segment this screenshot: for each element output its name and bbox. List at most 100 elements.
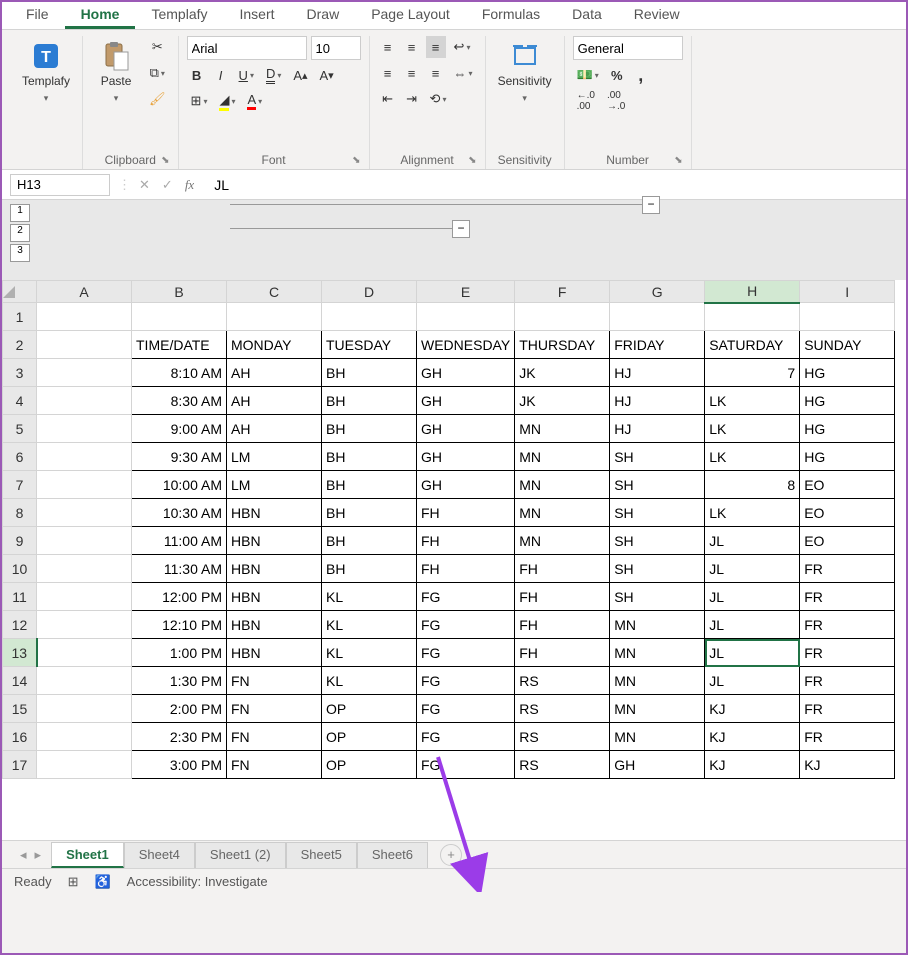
decrease-indent-button[interactable]: ⇤ <box>378 88 398 110</box>
row-header-16[interactable]: 16 <box>3 723 37 751</box>
cell-A8[interactable] <box>37 499 132 527</box>
cell-E2[interactable]: WEDNESDAY <box>417 331 515 359</box>
cell-B5[interactable]: 9:00 AM <box>132 415 227 443</box>
cell-E5[interactable]: GH <box>417 415 515 443</box>
ribbon-tab-file[interactable]: File <box>10 2 65 29</box>
cell-A6[interactable] <box>37 443 132 471</box>
cell-F11[interactable]: FH <box>515 583 610 611</box>
cell-G10[interactable]: SH <box>610 555 705 583</box>
cell-G6[interactable]: SH <box>610 443 705 471</box>
increase-decimal-button[interactable]: ←.0.00 <box>573 90 599 112</box>
cell-B2[interactable]: TIME/DATE <box>132 331 227 359</box>
cell-B4[interactable]: 8:30 AM <box>132 387 227 415</box>
outline-collapse-2[interactable]: − <box>452 220 470 238</box>
cell-A13[interactable] <box>37 639 132 667</box>
cell-H14[interactable]: JL <box>705 667 800 695</box>
cell-C1[interactable] <box>227 303 322 331</box>
cell-E3[interactable]: GH <box>417 359 515 387</box>
format-painter-button[interactable]: 🖌 <box>145 88 170 110</box>
cell-B13[interactable]: 1:00 PM <box>132 639 227 667</box>
cell-F2[interactable]: THURSDAY <box>515 331 610 359</box>
column-header-G[interactable]: G <box>610 281 705 303</box>
ribbon-tab-insert[interactable]: Insert <box>224 2 291 29</box>
cell-F3[interactable]: JK <box>515 359 610 387</box>
cell-I2[interactable]: SUNDAY <box>800 331 895 359</box>
row-header-11[interactable]: 11 <box>3 583 37 611</box>
cell-D17[interactable]: OP <box>322 751 417 779</box>
cell-G17[interactable]: GH <box>610 751 705 779</box>
cell-H16[interactable]: KJ <box>705 723 800 751</box>
cell-I9[interactable]: EO <box>800 527 895 555</box>
align-middle-button[interactable]: ≡ <box>402 36 422 58</box>
ribbon-tab-formulas[interactable]: Formulas <box>466 2 556 29</box>
cell-H4[interactable]: LK <box>705 387 800 415</box>
column-header-D[interactable]: D <box>322 281 417 303</box>
cell-C14[interactable]: FN <box>227 667 322 695</box>
cell-B8[interactable]: 10:30 AM <box>132 499 227 527</box>
cell-D7[interactable]: BH <box>322 471 417 499</box>
cell-I7[interactable]: EO <box>800 471 895 499</box>
sheet-tab-sheet1[interactable]: Sheet1 <box>51 842 124 868</box>
sheet-next-icon[interactable]: ▸ <box>35 847 42 863</box>
cell-C6[interactable]: LM <box>227 443 322 471</box>
cell-D10[interactable]: BH <box>322 555 417 583</box>
sheet-nav[interactable]: ◂▸ <box>10 847 51 863</box>
cell-D3[interactable]: BH <box>322 359 417 387</box>
cell-H10[interactable]: JL <box>705 555 800 583</box>
ribbon-tab-data[interactable]: Data <box>556 2 618 29</box>
cell-D8[interactable]: BH <box>322 499 417 527</box>
cell-G15[interactable]: MN <box>610 695 705 723</box>
cell-I12[interactable]: FR <box>800 611 895 639</box>
cell-B14[interactable]: 1:30 PM <box>132 667 227 695</box>
cell-I4[interactable]: HG <box>800 387 895 415</box>
cell-H2[interactable]: SATURDAY <box>705 331 800 359</box>
cell-A16[interactable] <box>37 723 132 751</box>
increase-font-button[interactable]: A▴ <box>289 64 311 86</box>
font-launcher-icon[interactable]: ⬊ <box>352 155 360 166</box>
row-header-9[interactable]: 9 <box>3 527 37 555</box>
templafy-button[interactable]: T Templafy <box>18 36 74 108</box>
grid-area[interactable]: ABCDEFGHI 12TIME/DATEMONDAYTUESDAYWEDNES… <box>2 280 906 840</box>
cancel-icon[interactable]: ✕ <box>139 177 150 193</box>
borders-button[interactable]: ⊞ <box>187 90 212 112</box>
cell-I14[interactable]: FR <box>800 667 895 695</box>
cell-E13[interactable]: FG <box>417 639 515 667</box>
cell-G8[interactable]: SH <box>610 499 705 527</box>
cell-C3[interactable]: AH <box>227 359 322 387</box>
cell-D11[interactable]: KL <box>322 583 417 611</box>
cell-I17[interactable]: KJ <box>800 751 895 779</box>
sheet-tab-sheet4[interactable]: Sheet4 <box>124 842 195 868</box>
bold-button[interactable]: B <box>187 64 207 86</box>
fx-icon[interactable]: fx <box>185 177 194 193</box>
cell-F10[interactable]: FH <box>515 555 610 583</box>
cell-D4[interactable]: BH <box>322 387 417 415</box>
cell-A11[interactable] <box>37 583 132 611</box>
cell-B10[interactable]: 11:30 AM <box>132 555 227 583</box>
cell-D2[interactable]: TUESDAY <box>322 331 417 359</box>
cell-C16[interactable]: FN <box>227 723 322 751</box>
cell-D9[interactable]: BH <box>322 527 417 555</box>
cell-D6[interactable]: BH <box>322 443 417 471</box>
cell-F1[interactable] <box>515 303 610 331</box>
cell-A15[interactable] <box>37 695 132 723</box>
row-header-10[interactable]: 10 <box>3 555 37 583</box>
paste-button[interactable]: Paste <box>91 36 141 108</box>
cell-C8[interactable]: HBN <box>227 499 322 527</box>
column-header-C[interactable]: C <box>227 281 322 303</box>
ribbon-tab-review[interactable]: Review <box>618 2 696 29</box>
cell-G16[interactable]: MN <box>610 723 705 751</box>
align-right-button[interactable]: ≡ <box>426 62 446 84</box>
cell-C4[interactable]: AH <box>227 387 322 415</box>
cell-H1[interactable] <box>705 303 800 331</box>
cell-H12[interactable]: JL <box>705 611 800 639</box>
display-settings-icon[interactable]: ⊞ <box>68 874 79 890</box>
cell-H15[interactable]: KJ <box>705 695 800 723</box>
cell-D12[interactable]: KL <box>322 611 417 639</box>
align-left-button[interactable]: ≡ <box>378 62 398 84</box>
cell-F9[interactable]: MN <box>515 527 610 555</box>
underline-button[interactable]: U <box>235 64 258 86</box>
cell-H11[interactable]: JL <box>705 583 800 611</box>
sheet-tab-sheet12[interactable]: Sheet1 (2) <box>195 842 286 868</box>
cell-E6[interactable]: GH <box>417 443 515 471</box>
currency-button[interactable]: 💵 <box>573 64 603 86</box>
